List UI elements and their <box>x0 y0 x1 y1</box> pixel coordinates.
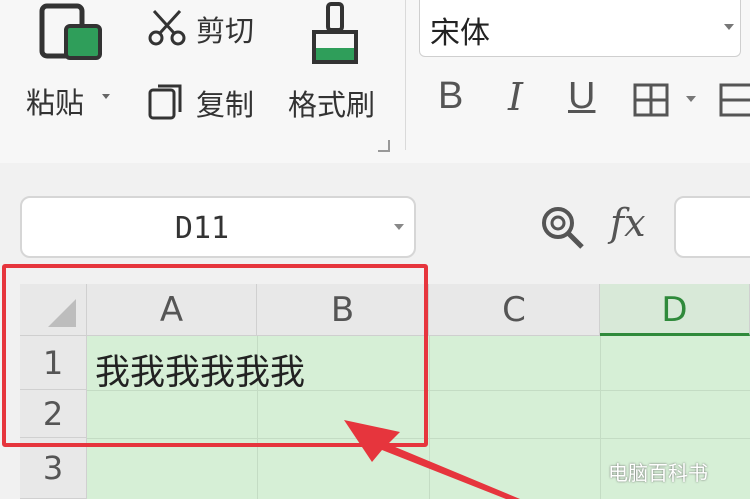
paste-button[interactable]: 粘贴 <box>26 80 84 122</box>
copy-button[interactable]: 复制 <box>196 82 254 124</box>
font-name-select[interactable]: 宋体 <box>419 0 741 57</box>
paste-dropdown-icon[interactable] <box>102 94 110 99</box>
clipboard-dialog-launcher[interactable] <box>378 140 390 152</box>
chevron-down-icon[interactable] <box>394 224 404 230</box>
insert-function-button[interactable]: fx <box>610 201 646 245</box>
font-name-value: 宋体 <box>430 16 490 51</box>
column-header-d[interactable]: D <box>600 284 750 336</box>
name-box-value: D11 <box>174 211 230 246</box>
grid-line <box>600 336 601 499</box>
scissors-icon <box>146 8 188 46</box>
bold-button[interactable]: B <box>438 75 463 118</box>
paste-icon[interactable] <box>36 0 106 66</box>
format-painter-icon[interactable] <box>306 2 366 68</box>
format-painter-button[interactable]: 格式刷 <box>288 82 375 124</box>
watermark: 电脑百科书 <box>608 461 708 485</box>
name-box[interactable]: D11 <box>20 196 416 258</box>
column-header-c[interactable]: C <box>429 284 600 336</box>
cut-button[interactable]: 剪切 <box>196 8 254 50</box>
chevron-down-icon[interactable] <box>724 24 734 30</box>
copy-icon <box>146 80 186 122</box>
formula-input[interactable] <box>674 196 750 258</box>
ribbon: 粘贴 剪切 复制 格式刷 宋体 B I U <box>0 0 750 164</box>
underline-button[interactable]: U <box>568 75 595 118</box>
italic-button[interactable]: I <box>508 75 523 119</box>
formula-bar: D11 fx <box>0 163 750 268</box>
cell-style-icon[interactable] <box>718 82 750 118</box>
row-header-3[interactable]: 3 <box>20 438 87 499</box>
annotation-arrow <box>344 420 520 499</box>
zoom-search-icon[interactable] <box>538 203 586 251</box>
ribbon-divider <box>405 0 406 150</box>
borders-icon[interactable] <box>632 82 672 118</box>
borders-dropdown-icon[interactable] <box>686 96 696 102</box>
